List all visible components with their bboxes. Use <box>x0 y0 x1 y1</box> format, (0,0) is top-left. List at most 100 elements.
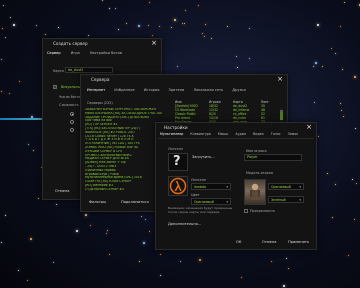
star <box>151 34 153 36</box>
star <box>52 262 54 264</box>
radio-option-2[interactable] <box>70 120 74 124</box>
tab-audio[interactable]: Аудио <box>235 132 246 136</box>
tab-history[interactable]: История <box>144 88 160 92</box>
servers-tabs: Интернет Избранное История Зрители Локал… <box>87 88 246 92</box>
star <box>332 217 334 219</box>
star <box>354 218 356 220</box>
close-icon[interactable]: × <box>277 76 283 83</box>
star <box>18 270 20 272</box>
apply-button[interactable]: Применить <box>288 240 309 244</box>
cancel-button[interactable]: Отмена <box>262 240 276 244</box>
logo-dropdown-label: Логотип <box>191 178 206 182</box>
settings-tabs: Сервер Игра Настройки ботов <box>47 51 122 55</box>
radio-option-1[interactable] <box>70 112 74 116</box>
logo-dropdown[interactable]: lambda ▾ <box>191 183 231 190</box>
tab-server[interactable]: Сервер <box>47 51 61 55</box>
star <box>341 69 343 71</box>
star <box>2 5 4 7</box>
star <box>201 33 203 35</box>
star <box>55 203 57 205</box>
window-title: Создать сервер <box>53 41 88 46</box>
star <box>106 233 108 235</box>
map-select[interactable]: de_dust2 <box>65 67 113 73</box>
star <box>287 267 289 269</box>
player-model-icon <box>250 183 260 200</box>
model-dropdown-2[interactable]: Зелёный ▾ <box>268 196 304 203</box>
logo-preview <box>168 176 188 196</box>
star <box>313 66 315 68</box>
tab-mouse[interactable]: Мышь <box>218 132 228 136</box>
options-tabs: Мультиплеер Клавиатура Мышь Аудио Видео … <box>160 132 298 136</box>
tab-video[interactable]: Видео <box>253 132 264 136</box>
color-dropdown-label: Цвет <box>191 193 200 197</box>
star <box>173 19 176 22</box>
star <box>236 67 238 69</box>
star <box>197 4 199 6</box>
tab-multiplayer[interactable]: Мультиплеер <box>160 132 183 136</box>
star <box>148 24 150 26</box>
tab-favorites[interactable]: Избранное <box>114 88 134 92</box>
star <box>170 26 172 28</box>
cancel-button[interactable]: Отмена <box>55 189 69 193</box>
tab-lan[interactable]: Локальная сеть <box>193 88 223 92</box>
options-window: Настройки × Мультиплеер Клавиатура Мышь … <box>155 122 317 250</box>
star <box>348 255 350 257</box>
tab-lock[interactable]: Замок <box>288 132 299 136</box>
window-title: Настройки <box>164 125 188 130</box>
tab-friends[interactable]: Друзья <box>232 88 245 92</box>
star <box>317 23 320 26</box>
chevron-down-icon: ▾ <box>226 200 228 204</box>
tab-internet[interactable]: Интернет <box>87 88 105 92</box>
star <box>149 2 151 4</box>
map-label: Карта <box>53 69 64 73</box>
chevron-down-icon: ▾ <box>299 198 301 202</box>
star <box>334 53 336 55</box>
star <box>1 242 3 244</box>
star <box>177 66 179 68</box>
star <box>339 25 341 27</box>
player-name-input[interactable]: Player <box>244 154 302 161</box>
tab-spectate[interactable]: Зрители <box>168 88 184 92</box>
checkbox[interactable] <box>53 85 57 89</box>
star <box>138 25 141 28</box>
star <box>249 58 251 59</box>
close-icon[interactable]: × <box>306 124 312 131</box>
star <box>356 182 358 184</box>
filters-button[interactable]: Фильтры <box>89 200 106 204</box>
star <box>106 229 108 231</box>
star <box>313 102 315 104</box>
star <box>102 0 104 1</box>
star <box>115 8 117 10</box>
star <box>185 10 187 12</box>
tab-keyboard[interactable]: Клавиатура <box>190 132 211 136</box>
color-dropdown[interactable]: Оранжевый ▾ <box>191 198 231 205</box>
model-label: Модель игрока <box>246 171 274 175</box>
lambda-logo-icon <box>169 177 187 195</box>
unknown-spray-icon: ? <box>173 154 181 169</box>
tab-bot-settings[interactable]: Настройки ботов <box>90 51 122 55</box>
tab-game[interactable]: Игра <box>71 51 80 55</box>
settings-note: Внимание: изменения будут применены посл… <box>168 206 233 214</box>
options-scrollbar[interactable] <box>280 112 283 120</box>
connect-button[interactable]: Подключиться <box>121 200 149 204</box>
radio-option-3[interactable] <box>70 128 74 132</box>
advanced-button[interactable]: Дополнительно... <box>168 222 201 226</box>
chevron-down-icon: ▾ <box>299 185 301 189</box>
star <box>76 230 79 233</box>
tab-voice[interactable]: Голос <box>271 132 281 136</box>
model-dropdown-1[interactable]: Оранжевый ▾ <box>268 183 304 190</box>
transparency-checkbox[interactable] <box>244 209 248 213</box>
star <box>142 242 145 245</box>
star <box>341 110 343 112</box>
ok-button[interactable]: ОК <box>236 240 241 244</box>
star <box>4 214 6 216</box>
star <box>9 17 11 19</box>
star <box>354 128 356 130</box>
star <box>0 90 2 92</box>
star <box>27 143 29 145</box>
browse-button[interactable]: Загрузить... <box>192 155 215 159</box>
close-icon[interactable]: × <box>151 40 157 47</box>
star <box>343 116 345 118</box>
star <box>88 35 90 37</box>
window-title: Сервера <box>91 77 110 82</box>
